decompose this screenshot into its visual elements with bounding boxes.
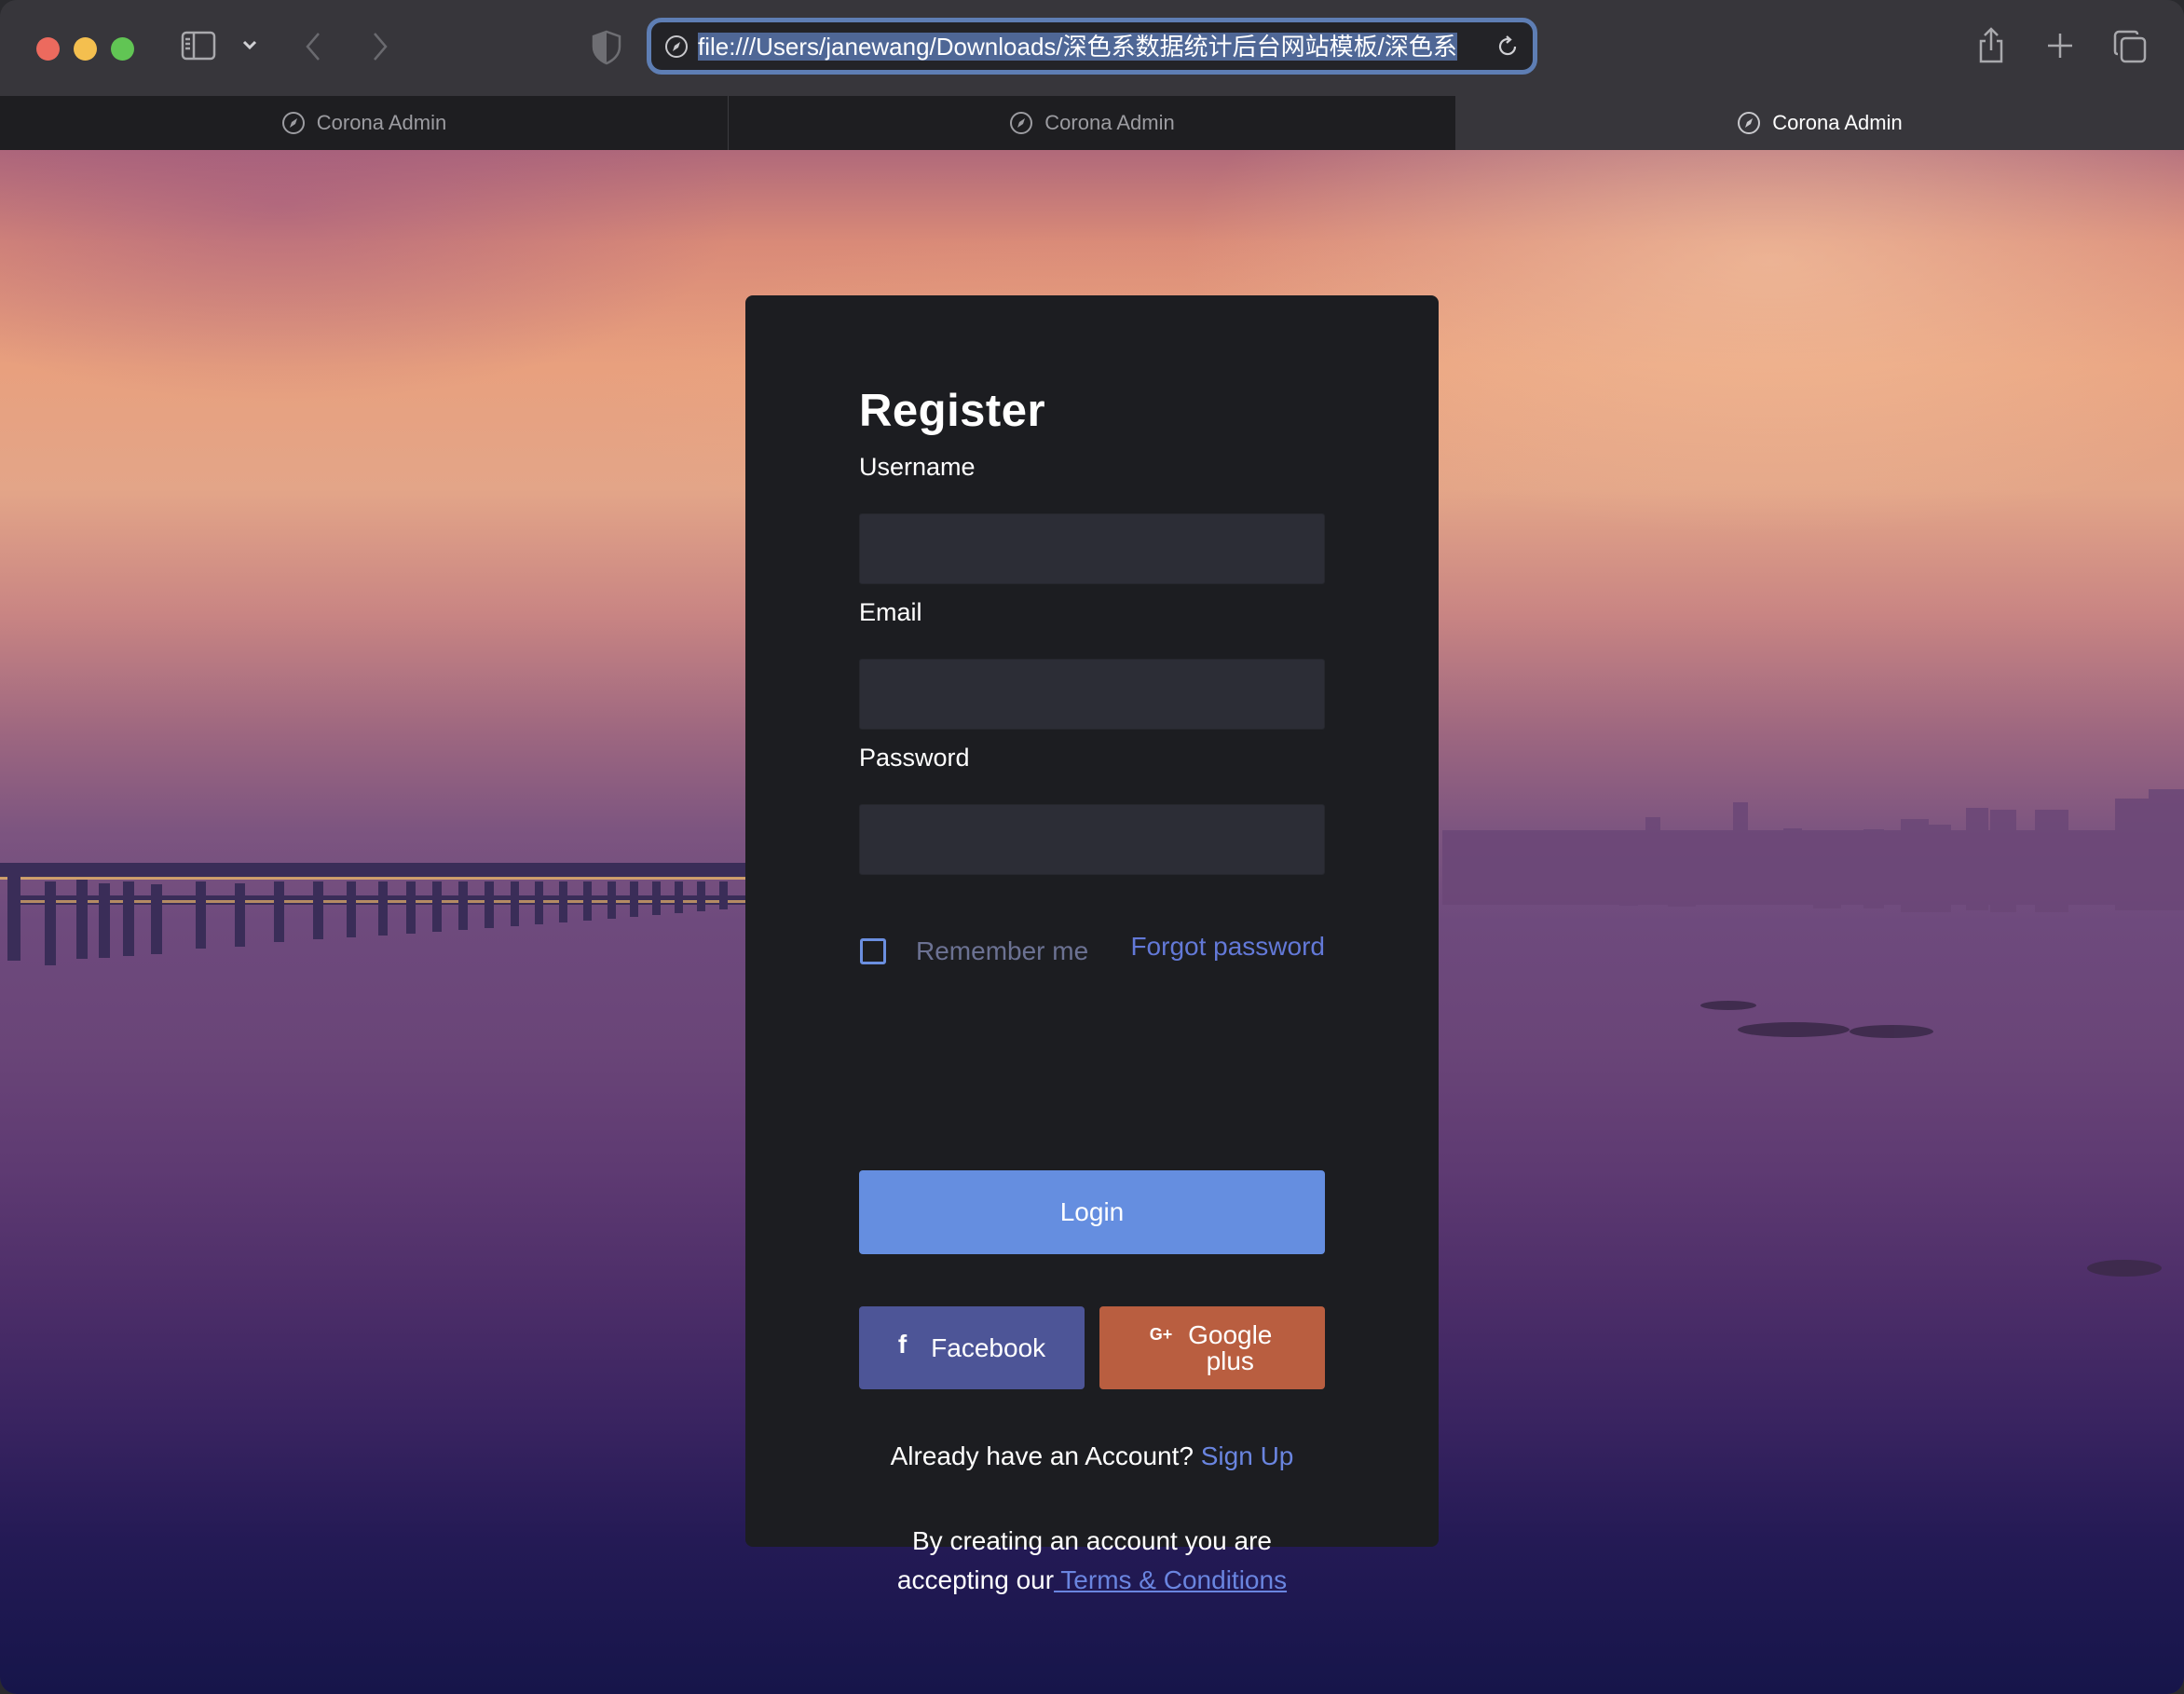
zoom-window-button[interactable] xyxy=(111,37,134,61)
compass-icon xyxy=(281,112,305,134)
tab-corona-admin-1[interactable]: Corona Admin xyxy=(0,96,728,150)
page-background: Register Username Email Password Remembe… xyxy=(0,150,2184,1694)
chevron-down-icon[interactable] xyxy=(240,35,259,54)
compass-icon xyxy=(1738,112,1761,134)
facebook-icon: f xyxy=(897,1329,908,1359)
terms-text-1: By creating an account you are xyxy=(911,1526,1272,1555)
minimize-window-button[interactable] xyxy=(74,37,97,61)
google-plus-label-line2: plus xyxy=(1206,1346,1254,1375)
tab-strip: Corona Admin Corona Admin Corona Admin xyxy=(0,96,2184,152)
reload-icon[interactable] xyxy=(1495,34,1520,59)
close-window-button[interactable] xyxy=(36,37,60,61)
tab-corona-admin-active[interactable]: Corona Admin xyxy=(1455,96,2184,150)
google-plus-label-line1: Google xyxy=(1188,1319,1273,1349)
bridge-pillars xyxy=(7,877,728,965)
email-input[interactable] xyxy=(859,659,1325,730)
tabs-icon[interactable] xyxy=(2113,30,2147,63)
forgot-password-link[interactable]: Forgot password xyxy=(1130,932,1325,962)
email-label: Email xyxy=(859,598,922,626)
password-label: Password xyxy=(859,744,970,772)
sign-up-link[interactable]: Sign Up xyxy=(1201,1441,1294,1470)
already-text: Already have an Account? xyxy=(890,1441,1194,1470)
browser-window: file:///Users/janewang/Downloads/深色系数据统计… xyxy=(0,0,2184,1694)
google-plus-icon: G+ xyxy=(1149,1325,1173,1344)
chevron-left-icon[interactable] xyxy=(300,28,328,65)
share-icon[interactable] xyxy=(1975,26,2007,65)
terms-text-2: accepting our xyxy=(896,1565,1055,1594)
url-selection: file:///Users/janewang/Downloads/深色系数据统计… xyxy=(698,33,1457,61)
remember-me-label[interactable]: Remember me xyxy=(916,936,1088,966)
facebook-button[interactable]: f Facebook xyxy=(859,1306,1085,1389)
register-card: Register Username Email Password Remembe… xyxy=(745,295,1439,1594)
rocks xyxy=(1700,1001,2162,1277)
url-text[interactable]: file:///Users/janewang/Downloads/深色系数据统计… xyxy=(698,32,1481,61)
tab-label: Corona Admin xyxy=(1044,111,1175,134)
sidebar-icon[interactable] xyxy=(181,31,216,61)
password-input[interactable] xyxy=(859,804,1325,875)
already-have-account: Already have an Account? Sign Up xyxy=(745,1441,1439,1471)
username-label: Username xyxy=(859,453,976,481)
tab-label: Corona Admin xyxy=(1772,111,1903,134)
tab-label: Corona Admin xyxy=(316,111,447,134)
google-plus-button[interactable]: G+ Google plus xyxy=(1099,1306,1325,1389)
login-button[interactable]: Login xyxy=(859,1170,1325,1254)
terms-notice: By creating an account you are accepting… xyxy=(745,1522,1439,1600)
plus-icon[interactable] xyxy=(2046,32,2074,60)
city-skyline xyxy=(1442,789,2184,912)
google-plus-label: Google plus xyxy=(1185,1319,1275,1375)
remember-me-checkbox[interactable] xyxy=(860,938,886,964)
browser-toolbar: file:///Users/janewang/Downloads/深色系数据统计… xyxy=(0,0,2184,98)
terms-link[interactable]: Terms & Conditions xyxy=(1054,1565,1287,1594)
username-input[interactable] xyxy=(859,513,1325,584)
facebook-label: Facebook xyxy=(931,1332,1046,1362)
url-bar[interactable]: file:///Users/janewang/Downloads/深色系数据统计… xyxy=(647,18,1537,75)
tab-corona-admin-2[interactable]: Corona Admin xyxy=(728,96,1455,150)
compass-icon xyxy=(1010,112,1033,134)
chevron-right-icon[interactable] xyxy=(365,28,393,65)
page-title: Register xyxy=(859,386,1046,436)
shield-icon[interactable] xyxy=(591,30,622,65)
compass-icon xyxy=(665,35,688,58)
